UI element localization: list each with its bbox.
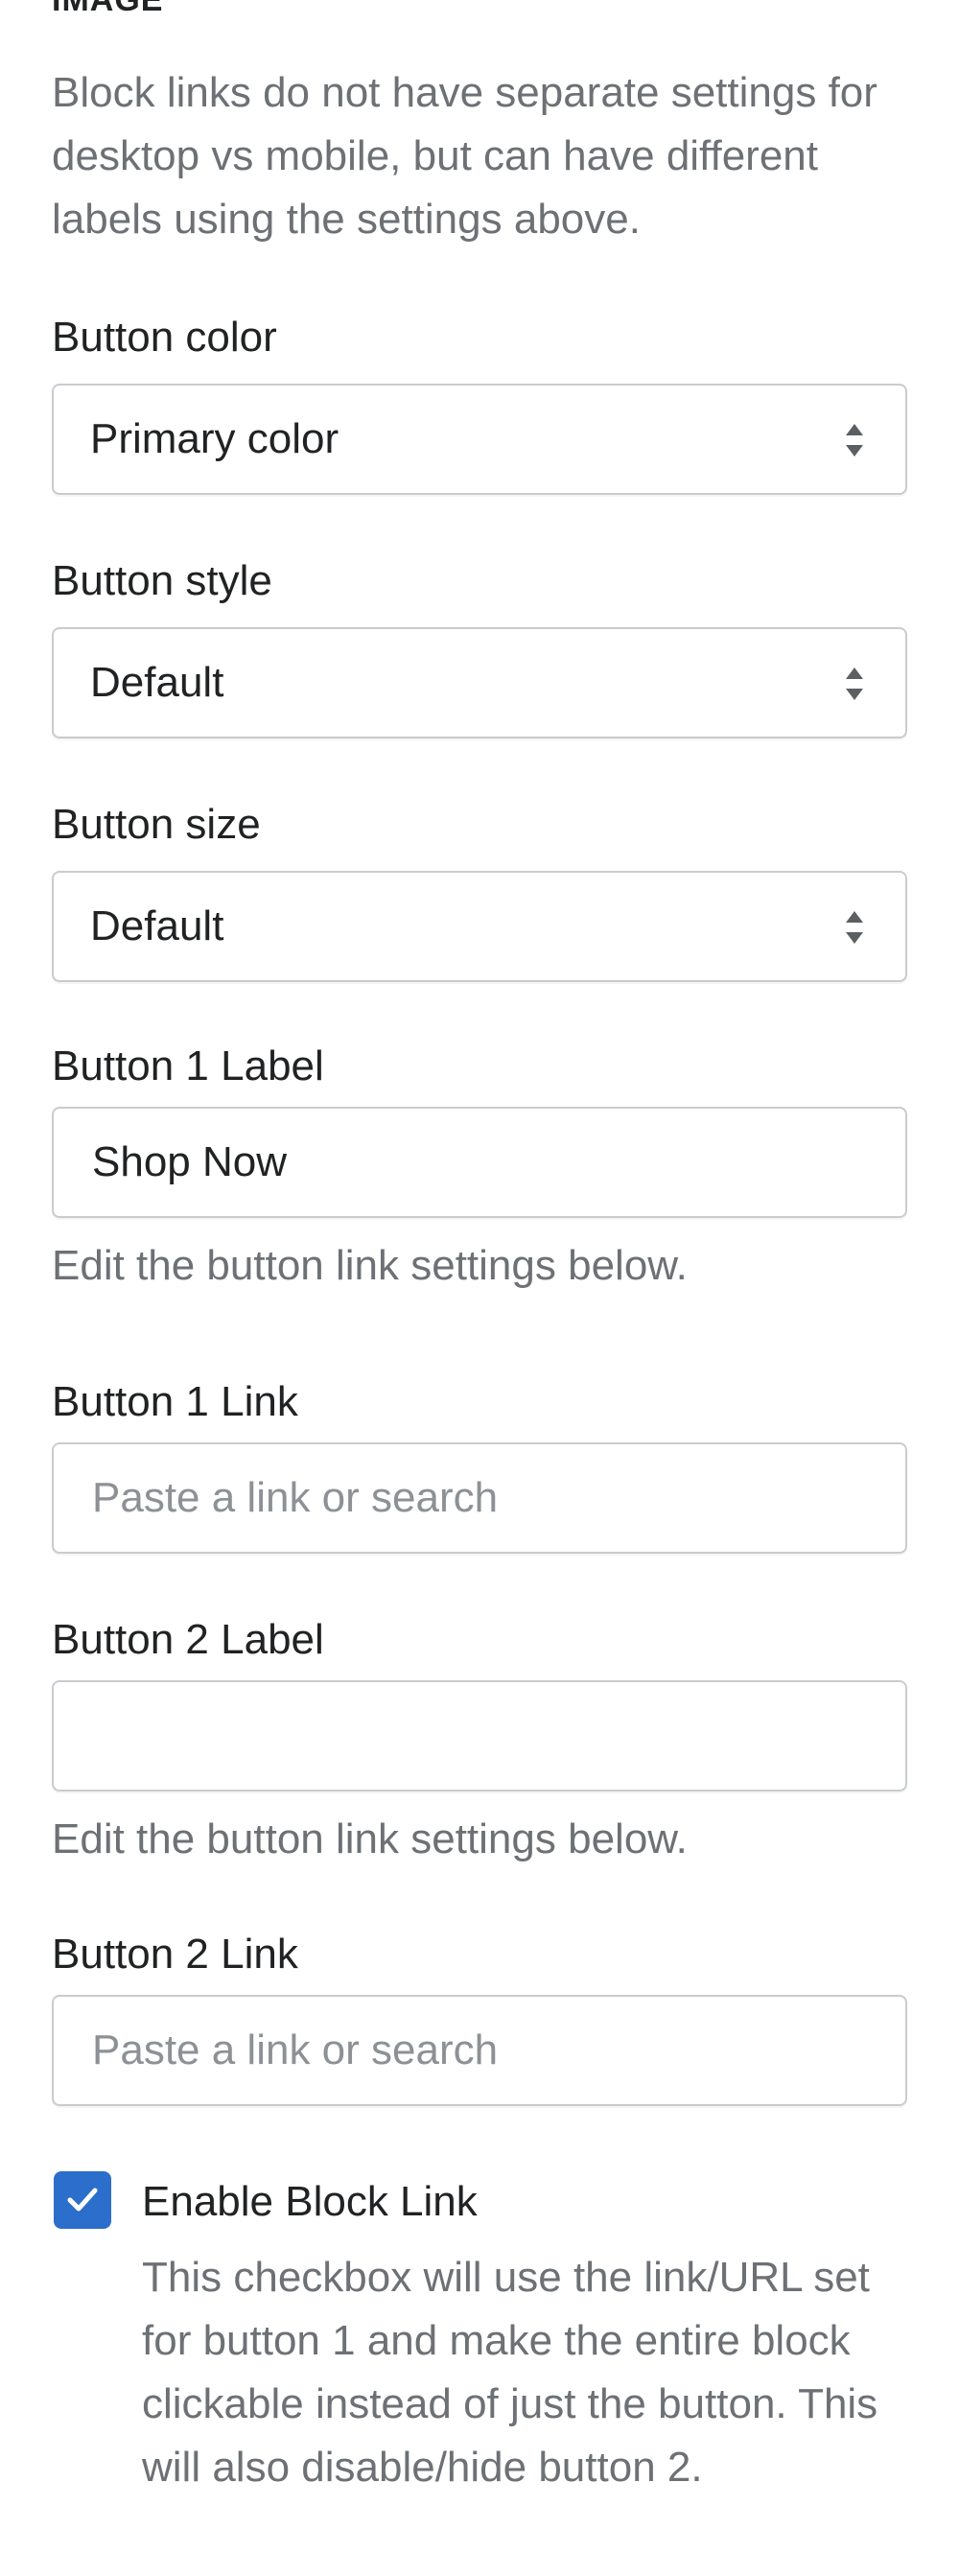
button-style-value: Default: [90, 659, 224, 706]
button2-link-input[interactable]: Paste a link or search: [52, 1995, 907, 2106]
button1-label-label: Button 1 Label: [52, 1042, 324, 1089]
select-arrows-icon: [846, 667, 863, 700]
button1-link-placeholder: Paste a link or search: [92, 1474, 499, 1521]
button-size-select[interactable]: Default: [52, 871, 907, 982]
checkmark-icon: [67, 2188, 98, 2212]
button1-label-help: Edit the button link settings below.: [52, 1242, 688, 1289]
button1-label-input[interactable]: Shop Now: [52, 1107, 907, 1218]
button2-link-label: Button 2 Link: [52, 1931, 298, 1978]
button1-label-value: Shop Now: [92, 1138, 288, 1185]
button-color-select[interactable]: Primary color: [52, 384, 907, 495]
button-size-value: Default: [90, 902, 224, 949]
button-size-label: Button size: [52, 801, 261, 848]
button2-link-placeholder: Paste a link or search: [92, 2026, 499, 2073]
block-link-label[interactable]: Enable Block Link: [142, 2175, 478, 2229]
button2-label-label: Button 2 Label: [52, 1616, 324, 1663]
button-color-label: Button color: [52, 314, 277, 361]
section-intro-text: Block links do not have separate setting…: [52, 69, 877, 243]
select-arrows-icon: [846, 911, 863, 944]
button-style-select[interactable]: Default: [52, 627, 907, 738]
button1-link-input[interactable]: Paste a link or search: [52, 1442, 907, 1554]
button-style-label: Button style: [52, 557, 272, 604]
section-heading: IMAGE: [52, 0, 164, 18]
select-arrows-icon: [846, 424, 863, 457]
block-link-checkbox[interactable]: [54, 2171, 111, 2229]
button2-label-input[interactable]: [52, 1680, 907, 1791]
button-color-value: Primary color: [90, 415, 339, 462]
button1-link-label: Button 1 Link: [52, 1378, 298, 1425]
button2-label-help: Edit the button link settings below.: [52, 1815, 688, 1862]
block-link-help: This checkbox will use the link/URL set …: [142, 2254, 878, 2491]
